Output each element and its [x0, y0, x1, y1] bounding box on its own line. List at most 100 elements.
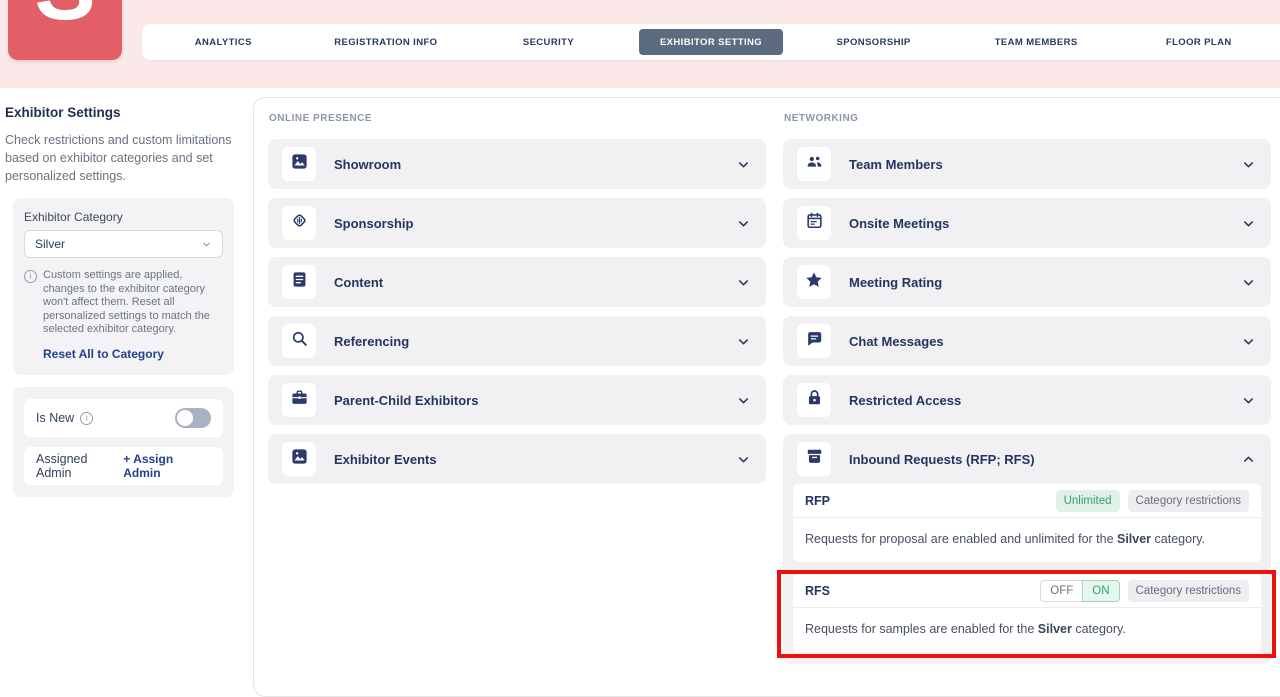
accordion-header[interactable]: Exhibitor Events — [268, 434, 766, 484]
accordion-referencing: Referencing — [268, 316, 766, 366]
custom-settings-note: i Custom settings are applied, changes t… — [24, 269, 223, 337]
image-icon — [290, 152, 309, 176]
handshake-icon — [290, 211, 309, 235]
accordion-header[interactable]: Restricted Access — [783, 375, 1271, 425]
section-title-networking: NETWORKING — [784, 113, 1271, 124]
is-new-row: Is New i — [24, 399, 223, 437]
is-new-label: Is New — [36, 411, 74, 425]
main-tab-bar: ANALYTICS REGISTRATION INFO SECURITY EXHIBI… — [142, 24, 1280, 60]
rfs-description: Requests for samples are enabled for the… — [793, 608, 1261, 652]
accordion-team-members: Team Members — [783, 139, 1271, 189]
info-icon: i — [80, 412, 93, 425]
reset-all-to-category-link[interactable]: Reset All to Category — [43, 347, 223, 361]
icon-tile — [282, 442, 316, 476]
settings-sidebar: Exhibitor Settings Check restrictions an… — [0, 88, 253, 509]
tab-floor-plan[interactable]: FLOOR PLAN — [1126, 29, 1271, 55]
star-icon — [804, 270, 824, 295]
assigned-admin-label: Assigned Admin — [36, 452, 123, 480]
accordion-sponsorship: Sponsorship — [268, 198, 766, 248]
tab-sponsorship[interactable]: SPONSORSHIP — [801, 29, 946, 55]
accordion-onsite-meetings: Onsite Meetings — [783, 198, 1271, 248]
rfs-label: RFS — [805, 584, 1032, 598]
rfp-label: RFP — [805, 494, 1048, 508]
top-header: S ANALYTICS REGISTRATION INFO SECURITY EXHI… — [0, 0, 1280, 88]
accordion-header[interactable]: Team Members — [783, 139, 1271, 189]
admin-card: Is New i Assigned Admin + Assign Admin — [13, 387, 234, 497]
rfs-on-off-switch: OFF ON — [1040, 580, 1119, 602]
accordion-meeting-rating: Meeting Rating — [783, 257, 1271, 307]
icon-tile — [797, 147, 831, 181]
inbound-requests-body: RFP Unlimited Category restrictions Requ… — [783, 484, 1271, 664]
rfp-card: RFP Unlimited Category restrictions Requ… — [793, 484, 1261, 562]
accordion-header[interactable]: Onsite Meetings — [783, 198, 1271, 248]
accordion-header[interactable]: Parent-Child Exhibitors — [268, 375, 766, 425]
org-logo-letter: S — [34, 0, 95, 34]
icon-tile — [282, 265, 316, 299]
chevron-down-icon — [1241, 157, 1256, 172]
rfp-description: Requests for proposal are enabled and un… — [793, 518, 1261, 562]
accordion-chat-messages: Chat Messages — [783, 316, 1271, 366]
chevron-down-icon — [1241, 275, 1256, 290]
tab-security[interactable]: SECURITY — [476, 29, 621, 55]
tab-registration-info[interactable]: REGISTRATION INFO — [314, 29, 459, 55]
exhibitor-category-select[interactable]: Silver — [24, 230, 223, 258]
accordion-showroom: Showroom — [268, 139, 766, 189]
briefcase-icon — [290, 388, 309, 412]
chevron-down-icon — [736, 216, 751, 231]
accordion-content: Content — [268, 257, 766, 307]
chevron-down-icon — [736, 275, 751, 290]
tab-exhibitor-setting[interactable]: EXHIBITOR SETTING — [639, 29, 784, 55]
custom-settings-note-text: Custom settings are applied, changes to … — [43, 269, 223, 337]
chevron-down-icon — [1241, 393, 1256, 408]
rfs-on-button[interactable]: ON — [1082, 580, 1119, 602]
search-icon — [290, 329, 309, 353]
document-icon — [290, 270, 309, 294]
accordion-header[interactable]: Inbound Requests (RFP; RFS) — [783, 434, 1271, 484]
accordion-header[interactable]: Meeting Rating — [783, 257, 1271, 307]
people-icon — [805, 152, 824, 176]
accordion-exhibitor-events: Exhibitor Events — [268, 434, 766, 484]
org-logo[interactable]: S — [8, 0, 122, 60]
calendar-icon — [805, 211, 824, 235]
chat-icon — [805, 329, 824, 353]
page-description: Check restrictions and custom limitation… — [5, 131, 241, 185]
rfs-category-restrictions-button[interactable]: Category restrictions — [1128, 580, 1249, 602]
chevron-down-icon — [736, 157, 751, 172]
chevron-down-icon — [1241, 334, 1256, 349]
assign-admin-button[interactable]: + Assign Admin — [123, 452, 211, 480]
accordion-header[interactable]: Referencing — [268, 316, 766, 366]
accordion-header[interactable]: Chat Messages — [783, 316, 1271, 366]
image-icon — [290, 447, 309, 471]
tab-team-members[interactable]: TEAM MEMBERS — [964, 29, 1109, 55]
accordion-header[interactable]: Sponsorship — [268, 198, 766, 248]
icon-tile — [797, 383, 831, 417]
icon-tile — [282, 147, 316, 181]
archive-icon — [805, 447, 824, 471]
chevron-down-icon — [1241, 216, 1256, 231]
networking-column: NETWORKING Team Members Onsite Meetings … — [783, 109, 1271, 673]
accordion-inbound-requests-rfp-rfs: Inbound Requests (RFP; RFS) RFP Unlimite… — [783, 434, 1271, 664]
icon-tile — [797, 206, 831, 240]
rfs-off-button[interactable]: OFF — [1040, 580, 1083, 602]
is-new-toggle[interactable] — [175, 408, 211, 428]
icon-tile — [282, 324, 316, 358]
section-title-online-presence: ONLINE PRESENCE — [269, 113, 766, 124]
exhibitor-settings-panel: ONLINE PRESENCE Showroom Sponsorship Con… — [253, 97, 1280, 697]
icon-tile — [797, 324, 831, 358]
icon-tile — [797, 442, 831, 476]
accordion-header[interactable]: Content — [268, 257, 766, 307]
icon-tile — [282, 383, 316, 417]
exhibitor-category-card: Exhibitor Category Silver i Custom setti… — [13, 198, 234, 375]
accordion-restricted-access: Restricted Access — [783, 375, 1271, 425]
tab-analytics[interactable]: ANALYTICS — [151, 29, 296, 55]
chevron-down-icon — [201, 239, 212, 250]
rfs-card: RFS OFF ON Category restrictions Request… — [793, 574, 1261, 652]
chevron-down-icon — [736, 334, 751, 349]
icon-tile — [797, 265, 831, 299]
lock-icon — [805, 388, 824, 412]
rfp-category-restrictions-button[interactable]: Category restrictions — [1128, 490, 1249, 512]
accordion-header[interactable]: Showroom — [268, 139, 766, 189]
page-title: Exhibitor Settings — [5, 105, 241, 120]
chevron-down-icon — [736, 393, 751, 408]
accordion-parent-child-exhibitors: Parent-Child Exhibitors — [268, 375, 766, 425]
